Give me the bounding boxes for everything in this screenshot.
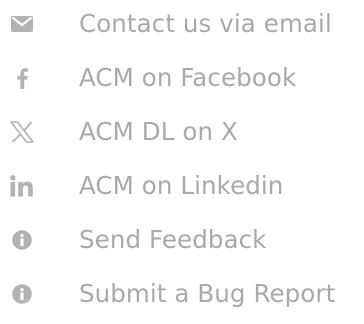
info-circle-icon [8,224,36,256]
facebook-icon [8,62,36,94]
facebook-link[interactable]: ACM on Facebook [0,58,364,98]
x-logo-icon [8,116,36,148]
link-label: ACM DL on X [79,117,238,146]
send-feedback-link[interactable]: Send Feedback [0,220,364,260]
linkedin-icon [8,170,36,202]
submit-bug-report-link[interactable]: Submit a Bug Report [0,274,364,314]
info-circle-icon [8,278,36,310]
link-label: ACM on Linkedin [79,171,284,200]
x-link[interactable]: ACM DL on X [0,112,364,152]
link-label: Submit a Bug Report [79,279,336,308]
link-label: Contact us via email [79,9,332,38]
envelope-icon [8,8,36,40]
linkedin-link[interactable]: ACM on Linkedin [0,166,364,206]
contact-email-link[interactable]: Contact us via email [0,4,364,44]
link-label: ACM on Facebook [79,63,297,92]
link-label: Send Feedback [79,225,267,254]
